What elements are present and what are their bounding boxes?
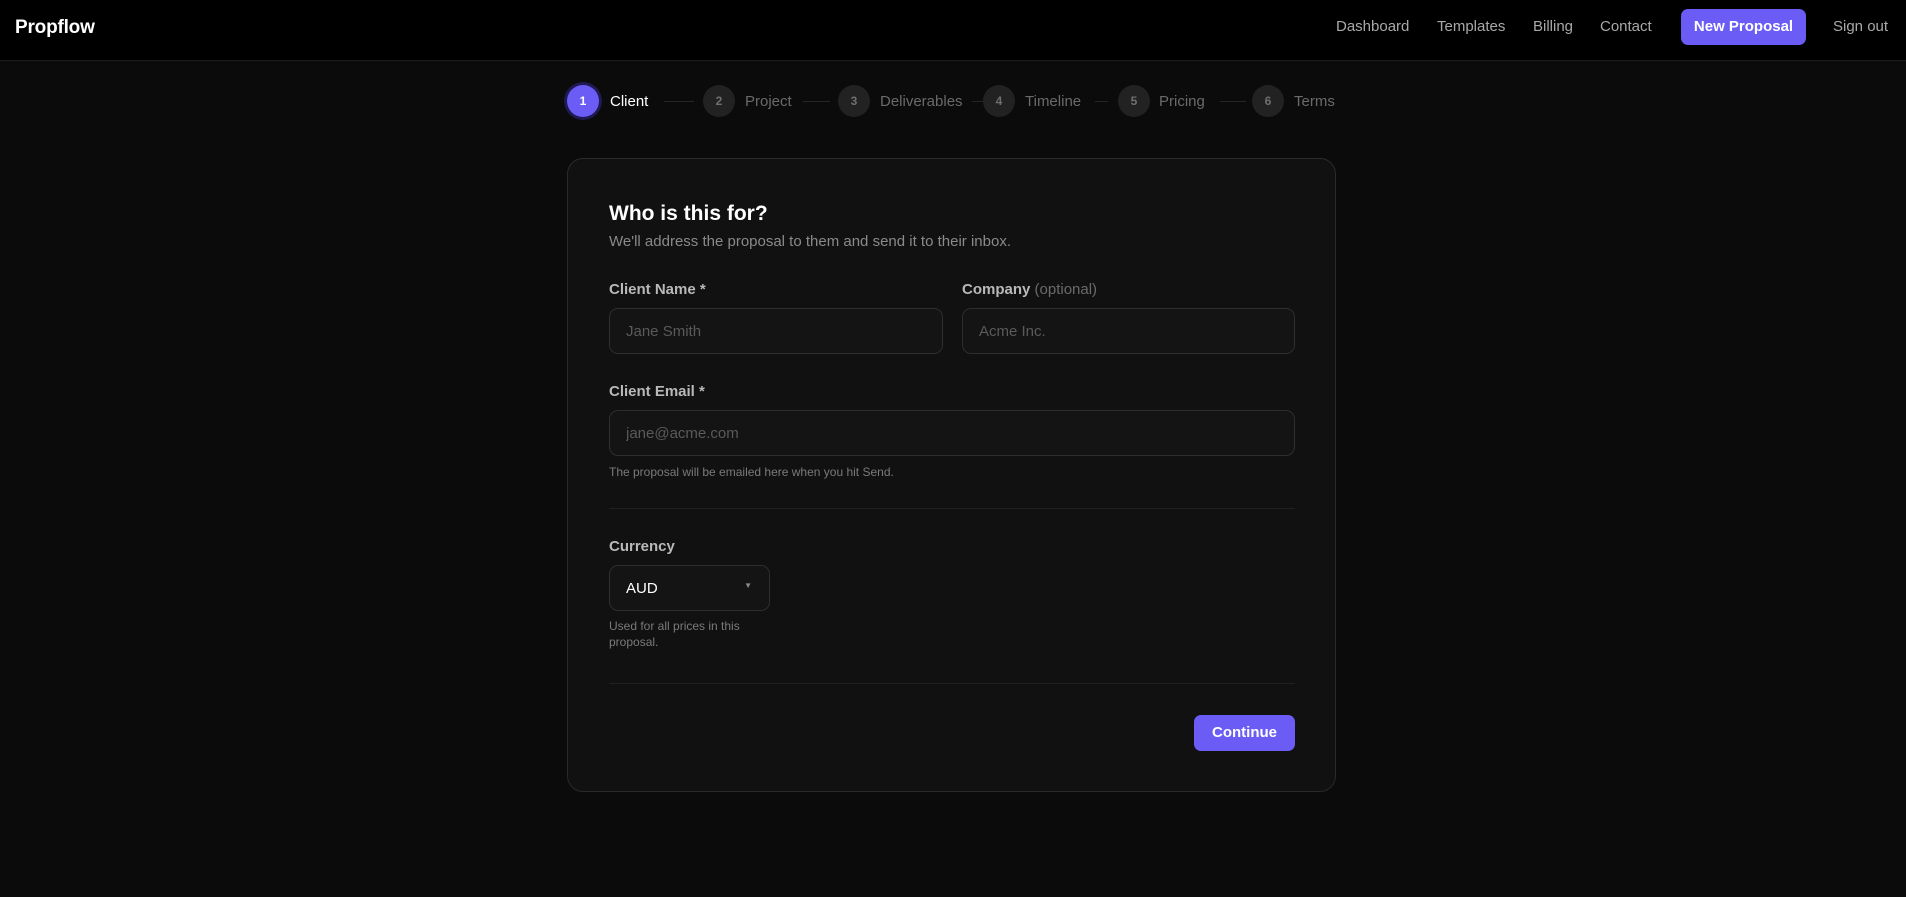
step-5-label[interactable]: Pricing (1159, 93, 1205, 110)
client-email-help: The proposal will be emailed here when y… (609, 465, 894, 479)
step-2-circle[interactable]: 2 (703, 85, 735, 117)
step-connector (1095, 101, 1108, 102)
brand-logo[interactable]: Propflow (15, 17, 95, 39)
nav-link-billing[interactable]: Billing (1533, 18, 1573, 35)
step-6-circle[interactable]: 6 (1252, 85, 1284, 117)
client-name-label: Client Name * (609, 281, 706, 298)
client-details-card: Who is this for? We'll address the propo… (567, 158, 1336, 792)
company-label: Company (optional) (962, 281, 1097, 298)
proposal-stepper: 1 Client 2 Project 3 Deliverables 4 Time… (567, 85, 1337, 121)
step-4-label[interactable]: Timeline (1025, 93, 1081, 110)
new-proposal-button[interactable]: New Proposal (1681, 9, 1806, 45)
step-connector (1220, 101, 1246, 102)
sign-out-link[interactable]: Sign out (1833, 18, 1888, 35)
currency-select[interactable]: AUD ▼ (609, 565, 770, 611)
optional-hint: (optional) (1034, 281, 1098, 298)
nav-link-templates[interactable]: Templates (1437, 18, 1505, 35)
step-5-circle[interactable]: 5 (1118, 85, 1150, 117)
step-4-circle[interactable]: 4 (983, 85, 1015, 117)
nav-link-dashboard[interactable]: Dashboard (1336, 18, 1409, 35)
client-email-label: Client Email * (609, 383, 705, 400)
step-connector (803, 101, 830, 102)
step-6-label[interactable]: Terms (1294, 93, 1335, 110)
client-email-input[interactable] (609, 410, 1295, 456)
step-1-label[interactable]: Client (610, 93, 648, 110)
step-2-label[interactable]: Project (745, 93, 792, 110)
step-3-label[interactable]: Deliverables (880, 93, 963, 110)
step-connector (664, 101, 694, 102)
section-divider (609, 508, 1295, 509)
client-name-input[interactable] (609, 308, 943, 354)
footer-divider (609, 683, 1295, 684)
company-input[interactable] (962, 308, 1295, 354)
card-title: Who is this for? (609, 202, 768, 225)
currency-help-line: Used for all prices in this (609, 619, 740, 633)
card-subtitle: We'll address the proposal to them and s… (609, 233, 1011, 250)
currency-label: Currency (609, 538, 675, 555)
continue-button[interactable]: Continue (1194, 715, 1295, 751)
currency-help-line: proposal. (609, 635, 659, 649)
chevron-down-icon: ▼ (744, 581, 752, 590)
nav-link-contact[interactable]: Contact (1600, 18, 1652, 35)
currency-selected-value: AUD (626, 580, 658, 597)
step-3-circle[interactable]: 3 (838, 85, 870, 117)
top-navigation-bar: Propflow Dashboard Templates Billing Con… (0, 0, 1906, 61)
company-label-text: Company (962, 281, 1031, 298)
currency-help: Used for all prices in this proposal. (609, 618, 740, 650)
step-1-circle[interactable]: 1 (567, 85, 599, 117)
